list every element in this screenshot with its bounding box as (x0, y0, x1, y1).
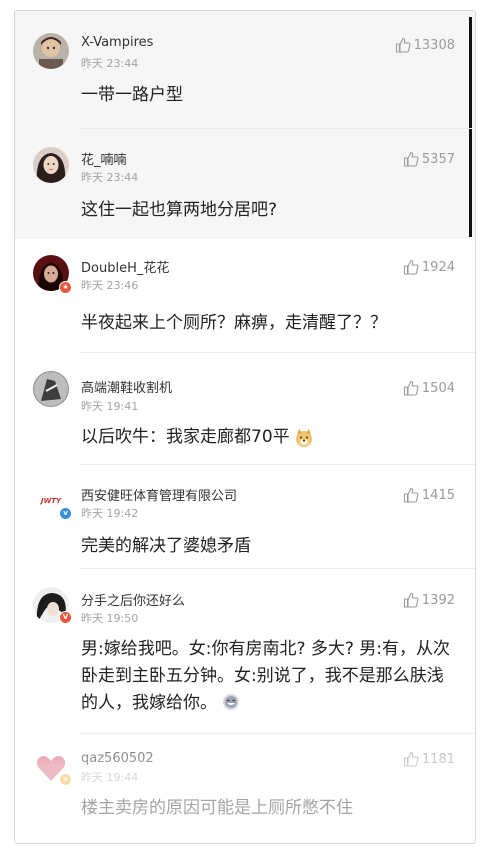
comment-feed: X-Vampires 昨天 23:44 13308 一带一路户型 花_喃喃 昨天… (14, 10, 476, 844)
like-button[interactable]: 5357 (403, 151, 455, 167)
username[interactable]: 分手之后你还好么 (81, 590, 185, 609)
comment-text: 一带一路户型 (81, 85, 183, 105)
like-button[interactable]: 1392 (403, 592, 455, 608)
timestamp: 昨天 23:44 (81, 171, 139, 184)
like-count: 5357 (421, 151, 455, 167)
comment-text: 半夜起来上个厕所？麻痹，走清醒了？？ (81, 313, 387, 333)
comment-item: V 分手之后你还好么 昨天 19:50 1392 男:嫁给我吧。女:你有房南北?… (15, 569, 475, 735)
avatar[interactable] (33, 371, 69, 407)
like-button[interactable]: 1924 (403, 259, 455, 275)
timestamp: 昨天 23:44 (81, 57, 139, 70)
username[interactable]: 花_喃喃 (81, 149, 127, 168)
comment-text: 楼主卖房的原因可能是上厕所憋不住 (81, 798, 353, 818)
thumbs-up-icon (403, 380, 419, 396)
like-count: 1924 (421, 259, 455, 275)
username[interactable]: X-Vampires (81, 35, 153, 50)
comment-item: 花_喃喃 昨天 23:44 5357 这住一起也算两地分居吧? (15, 129, 475, 239)
comment-item: v qaz560502 昨天 19:44 1181 楼主卖房的原因可能是上厕所憋… (15, 735, 475, 843)
like-count: 1392 (421, 592, 455, 608)
username[interactable]: 西安健旺体育管理有限公司 (81, 485, 237, 504)
avatar[interactable] (33, 147, 69, 183)
thumbs-up-icon (403, 259, 419, 275)
comment-item: X-Vampires 昨天 23:44 13308 一带一路户型 (15, 11, 475, 129)
comment-item: ★ DoubleH_花花 昨天 23:46 1924 半夜起来上个厕所？麻痹，走… (15, 239, 475, 353)
comment-text: 完美的解决了婆媳矛盾 (81, 536, 251, 556)
like-button[interactable]: 1504 (403, 380, 455, 396)
comment-text-body: 以后吹牛：我家走廊都70平 (81, 427, 290, 447)
comment-text: 以后吹牛：我家走廊都70平 (81, 424, 451, 451)
svg-text:JWTY: JWTY (39, 497, 62, 505)
like-count: 1181 (421, 751, 455, 767)
timestamp: 昨天 19:50 (81, 612, 139, 625)
verified-badge: v (59, 507, 72, 520)
comment-item: JWTY v 西安健旺体育管理有限公司 昨天 19:42 1415 完美的解决了… (15, 465, 475, 569)
comment-text: 这住一起也算两地分居吧? (81, 200, 278, 220)
member-badge: v (59, 773, 72, 786)
username[interactable]: 高端潮鞋收割机 (81, 377, 172, 396)
avatar[interactable] (33, 33, 69, 69)
comment-text: 男:嫁给我吧。女:你有房南北? 多大? 男:有，从次卧走到主卧五分钟。女:别说了… (81, 636, 459, 717)
username[interactable]: qaz560502 (81, 751, 154, 766)
doge-emoji-icon (295, 428, 312, 447)
comment-text-body: 男:嫁给我吧。女:你有房南北? 多大? 男:有，从次卧走到主卧五分钟。女:别说了… (81, 639, 451, 713)
like-button[interactable]: 13308 (395, 37, 455, 53)
like-count: 1504 (421, 380, 455, 396)
thumbs-up-icon (403, 751, 419, 767)
thumbs-up-icon (403, 151, 419, 167)
like-button[interactable]: 1415 (403, 487, 455, 503)
vip-badge: ★ (59, 281, 72, 294)
laughing-emoji-icon (223, 694, 240, 710)
thumbs-up-icon (395, 37, 411, 53)
thumbs-up-icon (403, 487, 419, 503)
like-button[interactable]: 1181 (403, 751, 455, 767)
timestamp: 昨天 19:44 (81, 771, 139, 784)
timestamp: 昨天 19:41 (81, 400, 139, 413)
vip-badge: V (59, 611, 72, 624)
timestamp: 昨天 23:46 (81, 279, 139, 292)
timestamp: 昨天 19:42 (81, 507, 139, 520)
thumbs-up-icon (403, 592, 419, 608)
like-count: 1415 (421, 487, 455, 503)
comment-item: 高端潮鞋收割机 昨天 19:41 1504 以后吹牛：我家走廊都70平 (15, 353, 475, 465)
username[interactable]: DoubleH_花花 (81, 257, 169, 276)
like-count: 13308 (413, 37, 455, 53)
divider (79, 733, 475, 734)
